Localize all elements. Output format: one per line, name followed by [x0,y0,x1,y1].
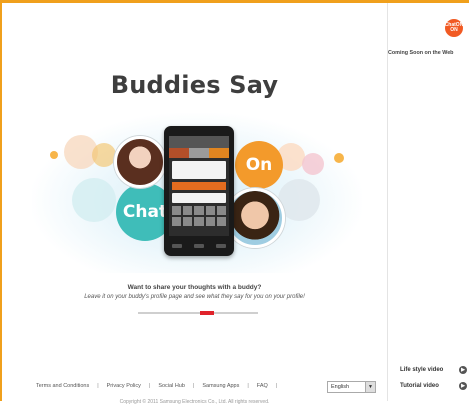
language-select[interactable]: English ▼ [327,381,376,393]
logo-text-bottom: ON [450,27,458,33]
footer-separator: | [148,383,151,389]
footer-link-terms[interactable]: Terms and Conditions [36,383,89,389]
phone-illustration [164,126,234,256]
footer-separator: | [97,383,99,389]
lifestyle-video-link[interactable]: Life style video ▶ [400,366,467,374]
footer-separator: | [192,383,195,389]
main-stage: Buddies Say Chat On Want to share your t… [2,3,387,405]
buddy-avatar-boy [225,188,285,248]
phone-tabs [169,148,229,158]
decor-dot [302,153,324,175]
tutorial-video-label: Tutorial video [400,383,439,389]
carousel-track[interactable] [138,312,258,314]
buddy-avatar-girl [114,136,166,188]
footer-separator: | [275,383,278,389]
footer-link-faq[interactable]: FAQ [257,383,268,389]
footer-separator: | [247,383,249,389]
tutorial-video-link[interactable]: Tutorial video ▶ [400,382,467,390]
on-bubble: On [235,141,283,189]
decor-dot [72,178,116,222]
language-value: English [331,384,350,390]
carousel-active-indicator[interactable] [200,311,214,315]
play-icon[interactable]: ▶ [459,366,467,374]
copyright-text: Copyright © 2011 Samsung Electronics Co.… [119,399,270,405]
footer-link-social-hub[interactable]: Social Hub [158,383,185,389]
chevron-down-icon[interactable]: ▼ [365,382,375,392]
decor-dot [334,153,344,163]
right-rail: ChatON ON Coming Soon on the Web Life st… [388,3,469,401]
chaton-logo-icon[interactable]: ChatON ON [445,19,463,37]
footer-link-samsung-apps[interactable]: Samsung Apps [202,383,239,389]
prompt-question: Want to share your thoughts with a buddy… [127,284,262,291]
decor-dot [50,151,58,159]
decor-dot [92,143,116,167]
phone-profile-card [172,161,226,179]
phone-buddy-grid [172,206,226,226]
phone-profile-card [172,193,226,203]
footer-link-privacy[interactable]: Privacy Policy [107,383,141,389]
play-icon[interactable]: ▶ [459,382,467,390]
coming-soon-text: Coming Soon on the Web [388,50,454,56]
lifestyle-video-label: Life style video [400,367,444,373]
phone-screen [169,136,229,236]
footer-links: Terms and Conditions | Privacy Policy | … [36,379,277,393]
page-title: Buddies Say [110,71,279,99]
phone-status-bar [169,136,229,148]
prompt-description: Leave it on your buddy's profile page an… [84,294,305,300]
phone-hardware-buttons [172,244,226,250]
phone-message-strip [172,182,226,190]
